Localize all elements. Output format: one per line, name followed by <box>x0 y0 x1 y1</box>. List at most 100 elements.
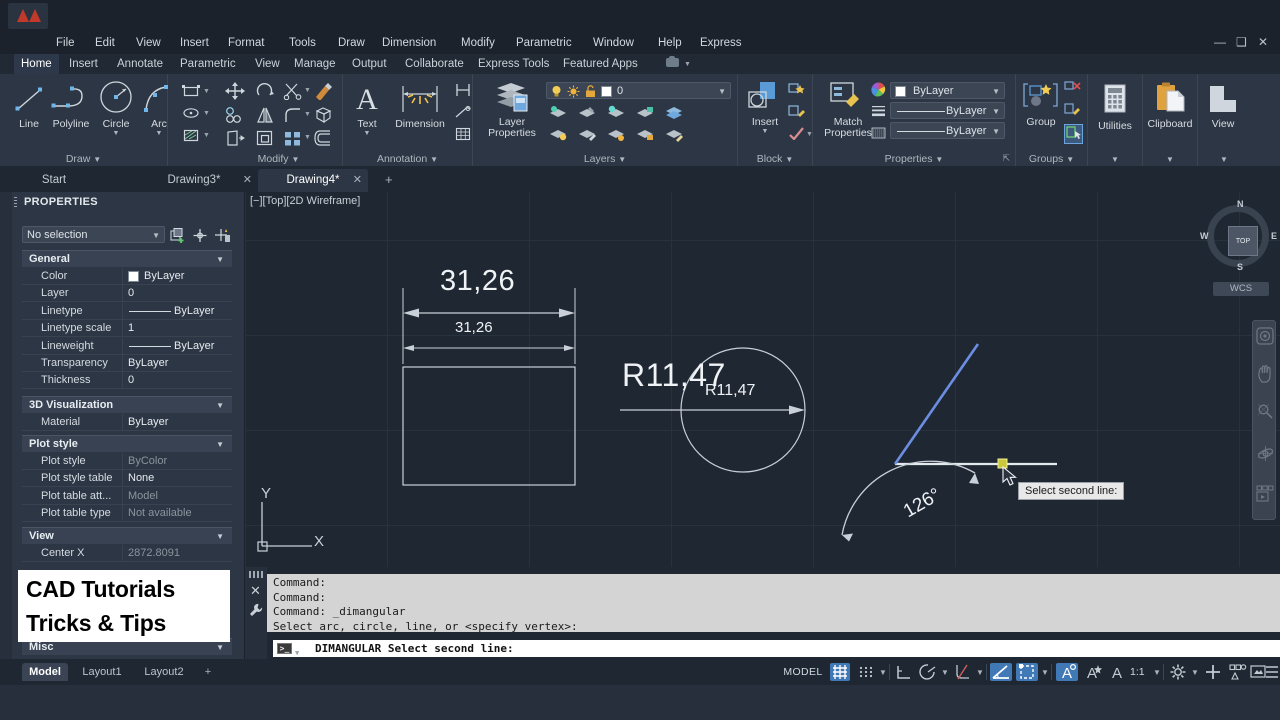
view-cube-top-face[interactable]: TOP <box>1228 226 1258 256</box>
navigation-bar[interactable] <box>1252 320 1276 520</box>
palette-grip[interactable] <box>0 192 12 659</box>
object-lineweight-combo[interactable]: ByLayer ▼ <box>890 122 1005 139</box>
view-button[interactable]: View <box>1200 84 1246 130</box>
layer-turn-on-icon[interactable] <box>548 126 568 145</box>
panel-title-properties[interactable]: Properties ▼ <box>813 153 1015 165</box>
ribbon-tab-insert[interactable]: Insert <box>62 54 105 74</box>
circle-chevron-icon[interactable]: ▼ <box>94 130 138 137</box>
insert-block-button[interactable]: Insert ▼ <box>744 80 786 135</box>
scale-chevron-icon[interactable]: ▼ <box>1153 668 1161 677</box>
object-snap-toggle[interactable] <box>990 663 1012 681</box>
menu-item-draw[interactable]: Draw <box>338 32 365 54</box>
layer-edit-icon[interactable] <box>577 126 597 145</box>
property-group-general[interactable]: General ▼ <box>22 250 232 267</box>
close-button[interactable]: ✕ <box>1258 35 1268 49</box>
menu-item-tools[interactable]: Tools <box>289 32 316 54</box>
polar-chevron-icon[interactable]: ▼ <box>941 668 949 677</box>
panel-title-modify[interactable]: Modify ▼ <box>215 153 342 165</box>
property-value[interactable]: ByLayer <box>144 268 184 285</box>
panel-title-annotation[interactable]: Annotation ▼ <box>343 153 472 165</box>
property-row[interactable]: Center X 2872.8091 <box>22 545 232 562</box>
property-group-3d-visualization[interactable]: 3D Visualization ▼ <box>22 396 232 413</box>
annotation-scale-value[interactable]: 1:1 <box>1130 663 1152 681</box>
pan-hand-icon[interactable] <box>1257 364 1274 386</box>
property-row[interactable]: Color ByLayer <box>22 268 232 285</box>
layout-tab-layout1[interactable]: Layout1 <box>74 663 130 681</box>
snap-chevron-icon[interactable]: ▼ <box>879 668 887 677</box>
toggle-pickadd-icon[interactable] <box>170 228 186 246</box>
showmotion-icon[interactable] <box>1256 485 1274 508</box>
circle-button[interactable]: Circle ▼ <box>94 78 138 137</box>
property-value[interactable]: ByLayer <box>128 355 168 372</box>
autocad-logo-icon[interactable] <box>8 3 48 29</box>
leader-icon[interactable] <box>455 105 471 122</box>
table-icon[interactable] <box>455 127 471 144</box>
isolate-objects-icon[interactable] <box>1227 663 1247 681</box>
create-block-icon[interactable] <box>788 82 806 99</box>
fillet-icon[interactable] <box>283 106 303 127</box>
offset-icon[interactable] <box>313 129 333 150</box>
annotation-visibility-toggle[interactable]: A <box>1056 663 1078 682</box>
text-button[interactable]: A Text ▼ <box>347 80 387 137</box>
quick-select-icon[interactable] <box>214 228 231 246</box>
document-tab-drawing4[interactable]: Drawing4* ✕ <box>258 169 368 192</box>
property-row[interactable]: Plot style table None <box>22 470 232 488</box>
hatch-tool-icon[interactable] <box>182 128 200 146</box>
ungroup-icon[interactable] <box>1064 80 1081 97</box>
property-row[interactable]: Plot table att... Model <box>22 487 232 505</box>
layer-thaw-sun-icon[interactable] <box>567 85 580 101</box>
steering-wheel-icon[interactable] <box>1256 327 1274 348</box>
menu-item-help[interactable]: Help <box>658 32 682 54</box>
property-row[interactable]: Lineweight ByLayer <box>22 337 232 355</box>
property-value[interactable]: 1 <box>128 320 134 337</box>
property-group-chevron-icon[interactable]: ▼ <box>216 251 224 268</box>
property-row[interactable]: Linetype ByLayer <box>22 302 232 320</box>
selection-combo-chevron-icon[interactable]: ▼ <box>152 227 160 244</box>
property-value[interactable]: 2872.8091 <box>128 545 180 562</box>
object-linetype-combo[interactable]: ByLayer ▼ <box>890 102 1005 119</box>
menu-item-express[interactable]: Express <box>700 32 742 54</box>
wcs-selector[interactable]: WCS <box>1213 282 1269 296</box>
trim-icon[interactable] <box>283 82 303 103</box>
stretch-icon[interactable] <box>225 129 245 150</box>
command-prompt-icon[interactable]: >_ <box>277 643 292 654</box>
command-grip-icon[interactable] <box>249 571 263 578</box>
utilities-button[interactable]: Utilities <box>1092 84 1138 132</box>
zoom-extents-icon[interactable] <box>1257 403 1274 423</box>
ribbon-tab-manage[interactable]: Manage <box>287 54 343 74</box>
select-objects-icon[interactable] <box>192 228 208 246</box>
layer-freeze-icon[interactable] <box>577 104 597 123</box>
ribbon-tab-home[interactable]: Home <box>14 54 59 74</box>
command-history[interactable]: Command: Command: Command: _dimangular Sele… <box>267 574 1280 633</box>
properties-dialog-launcher-icon[interactable]: ⇱ <box>1002 153 1010 164</box>
property-value[interactable]: None <box>128 470 154 487</box>
orbit-icon[interactable] <box>1257 445 1274 465</box>
match-properties-button[interactable]: Match Properties <box>819 80 877 139</box>
document-tab-start[interactable]: Start <box>14 169 94 192</box>
menu-item-format[interactable]: Format <box>228 32 264 54</box>
menu-item-parametric[interactable]: Parametric <box>516 32 572 54</box>
command-customize-icon[interactable] <box>249 603 263 620</box>
copy-icon[interactable] <box>225 106 245 127</box>
dimension-button[interactable]: Dimension <box>387 82 453 130</box>
property-group-chevron-icon[interactable]: ▼ <box>216 397 224 414</box>
insert-chevron-icon[interactable]: ▼ <box>744 128 786 135</box>
annotation-scale-icon[interactable]: A <box>1108 663 1128 682</box>
customization-menu-icon[interactable] <box>1265 663 1279 681</box>
dynamic-ucs-toggle[interactable] <box>1016 663 1038 681</box>
camera-icon[interactable] <box>666 56 679 67</box>
minimize-button[interactable]: — <box>1214 35 1226 49</box>
layer-lock-icon[interactable] <box>635 104 655 123</box>
property-value[interactable]: 0 <box>128 372 134 389</box>
document-tab-drawing3[interactable]: Drawing3* ✕ <box>130 169 258 192</box>
new-document-tab-button[interactable]: + <box>385 172 393 187</box>
property-row[interactable]: Linetype scale 1 <box>22 320 232 338</box>
grid-display-toggle[interactable] <box>830 663 850 681</box>
property-group-view[interactable]: View ▼ <box>22 527 232 544</box>
lineweight-list-icon[interactable] <box>871 104 886 121</box>
object-color-combo[interactable]: ByLayer ▼ <box>890 82 1005 99</box>
object-lineweight-chevron-icon[interactable]: ▼ <box>992 123 1000 140</box>
ribbon-tab-annotate[interactable]: Annotate <box>110 54 170 74</box>
rotate-icon[interactable] <box>255 82 275 103</box>
ellipse-chevron-icon[interactable]: ▼ <box>203 110 210 117</box>
